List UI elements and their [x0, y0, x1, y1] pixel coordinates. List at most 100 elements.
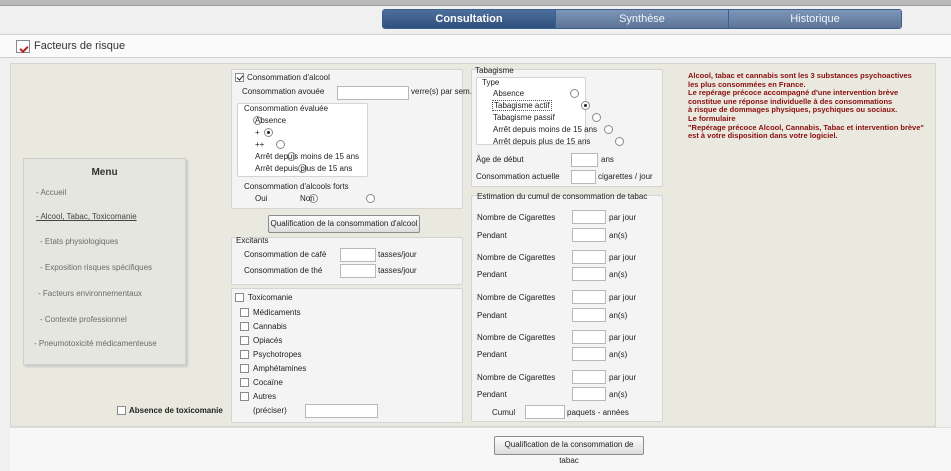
age-debut-label: Âge de début	[476, 155, 524, 164]
tabagisme-type-title: Type	[482, 78, 500, 87]
psychotropes-checkbox[interactable]	[240, 350, 249, 359]
tabac-absence-label: Absence	[493, 89, 525, 98]
forts-non-radio[interactable]	[365, 194, 375, 203]
forts-non-label: Non	[300, 194, 315, 203]
nb-cigarettes-input[interactable]	[572, 370, 606, 384]
pendant-label: Pendant	[477, 231, 507, 240]
cannabis-label: Cannabis	[253, 322, 287, 331]
nb-cigarettes-input[interactable]	[572, 250, 606, 264]
forts-oui-label: Oui	[255, 194, 268, 203]
menu-item-facteurs-environnementaux[interactable]: - Facteurs environnementaux	[38, 289, 142, 298]
info-line: est à votre disposition dans votre logic…	[688, 131, 838, 141]
pendant-label: Pendant	[477, 390, 507, 399]
absence-toxicomanie-checkbox[interactable]	[117, 406, 126, 415]
menu-item-exposition-risques[interactable]: - Exposition risques spécifiques	[40, 263, 152, 272]
opiaces-label: Opiacés	[253, 336, 283, 345]
menu-item-pneumotoxicite[interactable]: - Pneumotoxicité médicamenteuse	[34, 339, 157, 348]
nb-cigarettes-unit: par jour	[609, 333, 637, 342]
psychotropes-label: Psychotropes	[253, 350, 302, 359]
tabac-arret-moins-label: Arrêt depuis moins de 15 ans	[493, 125, 598, 134]
menu-item-accueil[interactable]: - Accueil	[36, 188, 66, 197]
page-header: Facteurs de risque	[0, 34, 951, 58]
nb-cigarettes-label: Nombre de Cigarettes	[477, 213, 556, 222]
cumul-input[interactable]	[525, 405, 565, 419]
tabac-arret-moins-radio[interactable]	[603, 125, 613, 134]
pendant-label: Pendant	[477, 350, 507, 359]
medicaments-checkbox[interactable]	[240, 308, 249, 317]
opiaces-checkbox[interactable]	[240, 336, 249, 345]
age-debut-input[interactable]	[571, 153, 598, 167]
consommation-alcool-label: Consommation d'alcool	[247, 73, 330, 82]
nb-cigarettes-unit: par jour	[609, 213, 637, 222]
the-unit: tasses/jour	[378, 266, 417, 275]
evaluee-arret-plus-label: Arrêt depuis plus de 15 ans	[255, 164, 353, 173]
menu-item-etats-physiologiques[interactable]: - Etats physiologiques	[40, 237, 118, 246]
cocaine-checkbox[interactable]	[240, 378, 249, 387]
consommation-actuelle-input[interactable]	[571, 170, 596, 184]
consommation-avouee-label: Consommation avouée	[242, 87, 325, 96]
qualification-alcool-button[interactable]: Qualification de la consommation d'alcoo…	[268, 215, 420, 233]
tab-synthese[interactable]: Synthèse	[556, 10, 729, 28]
cumul-title: Estimation du cumul de consommation de t…	[477, 192, 648, 201]
pendant-label: Pendant	[477, 311, 507, 320]
pendant-input[interactable]	[572, 387, 606, 401]
pendant-input[interactable]	[572, 228, 606, 242]
cumul-unit: paquets - années	[567, 408, 629, 417]
autres-checkbox[interactable]	[240, 392, 249, 401]
tabac-passif-label: Tabagisme passif	[493, 113, 555, 122]
evaluee-plus-label: +	[255, 128, 260, 137]
tabagisme-type-group	[476, 77, 586, 145]
checklist-icon	[16, 40, 30, 53]
evaluee-plusplus-radio[interactable]	[275, 140, 285, 149]
cannabis-checkbox[interactable]	[240, 322, 249, 331]
pendant-unit: an(s)	[609, 231, 628, 240]
pendant-label: Pendant	[477, 270, 507, 279]
top-bar	[0, 0, 951, 6]
amphetamines-checkbox[interactable]	[240, 364, 249, 373]
pendant-unit: an(s)	[609, 270, 628, 279]
menu-item-alcool-tabac[interactable]: - Alcool, Tabac, Toxicomanie	[36, 212, 137, 221]
cumul-label: Cumul	[492, 408, 516, 417]
tabagisme-title: Tabagisme	[475, 66, 514, 75]
tab-consultation[interactable]: Consultation	[383, 10, 556, 28]
pendant-unit: an(s)	[609, 311, 628, 320]
nb-cigarettes-input[interactable]	[572, 330, 606, 344]
medicaments-label: Médicaments	[253, 308, 301, 317]
tabac-arret-plus-radio[interactable]	[614, 137, 624, 146]
menu-item-contexte-professionnel[interactable]: - Contexte professionnel	[40, 315, 127, 324]
info-text: Alcool, tabac et cannabis sont les 3 sub…	[688, 71, 948, 141]
qualification-tabac-button[interactable]: Qualification de la consommation de taba…	[494, 436, 644, 465]
pendant-input[interactable]	[572, 347, 606, 361]
the-input[interactable]	[340, 264, 376, 278]
nb-cigarettes-input[interactable]	[572, 290, 606, 304]
consommation-alcool-checkbox[interactable]	[235, 73, 244, 82]
preciser-input[interactable]	[305, 404, 378, 418]
tabac-arret-plus-label: Arrêt depuis plus de 15 ans	[493, 137, 591, 146]
preciser-label: (préciser)	[253, 406, 287, 415]
page-title: Facteurs de risque	[34, 40, 126, 52]
menu-title: Menu	[91, 167, 118, 178]
tab-historique[interactable]: Historique	[729, 10, 901, 28]
consommation-actuelle-unit: cigarettes / jour	[598, 172, 653, 181]
absence-toxicomanie-label: Absence de toxicomanie	[129, 406, 223, 415]
tabac-absence-radio[interactable]	[569, 89, 579, 98]
toxicomanie-checkbox[interactable]	[235, 293, 244, 302]
consommation-evaluee-title: Consommation évaluée	[244, 104, 329, 113]
amphetamines-label: Amphétamines	[253, 364, 307, 373]
alcools-forts-title: Consommation d'alcools forts	[244, 182, 349, 191]
nb-cigarettes-label: Nombre de Cigarettes	[477, 373, 556, 382]
pendant-unit: an(s)	[609, 350, 628, 359]
pendant-input[interactable]	[572, 267, 606, 281]
evaluee-plusplus-label: ++	[255, 140, 265, 149]
tab-bar: Consultation Synthèse Historique	[382, 9, 902, 29]
consommation-avouee-input[interactable]	[337, 86, 409, 100]
nb-cigarettes-label: Nombre de Cigarettes	[477, 333, 556, 342]
nb-cigarettes-label: Nombre de Cigarettes	[477, 293, 556, 302]
evaluee-absence-label: Absence	[255, 116, 287, 125]
tabac-actif-label: Tabagisme actif	[492, 100, 552, 111]
nb-cigarettes-input[interactable]	[572, 210, 606, 224]
pendant-input[interactable]	[572, 308, 606, 322]
side-menu: Menu - Accueil - Alcool, Tabac, Toxicoma…	[23, 158, 186, 365]
evaluee-arret-moins-label: Arrêt depuis moins de 15 ans	[255, 152, 360, 161]
cafe-input[interactable]	[340, 248, 376, 262]
